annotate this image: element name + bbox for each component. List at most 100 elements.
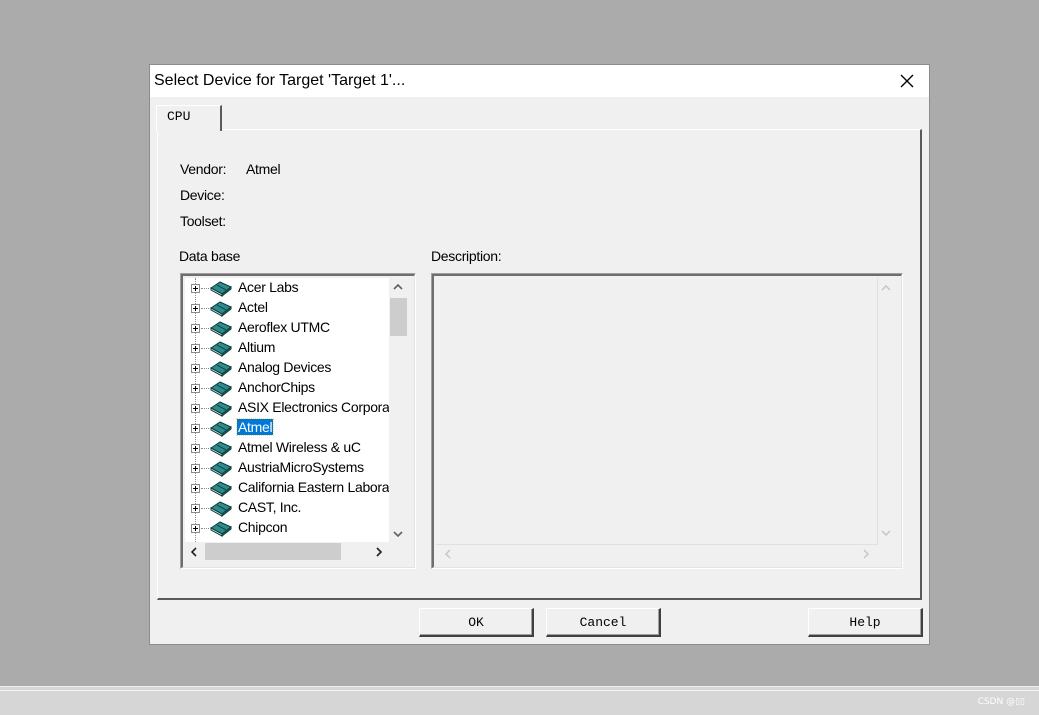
plus-box-icon[interactable] xyxy=(191,304,200,313)
tree-item-label: Chipcon xyxy=(238,519,288,535)
tree-item-label: Acer Labs xyxy=(238,279,299,295)
desc-scroll-left-icon[interactable] xyxy=(445,549,451,559)
tree-connector xyxy=(201,488,209,490)
scroll-up-arrow[interactable] xyxy=(389,278,406,295)
book-icon xyxy=(210,521,232,537)
plus-box-icon[interactable] xyxy=(191,404,200,413)
tree-connector xyxy=(201,288,209,290)
tree-connector xyxy=(201,308,209,310)
book-icon xyxy=(210,481,232,497)
scroll-right-arrow[interactable] xyxy=(370,543,387,560)
tree-item[interactable]: Chipcon xyxy=(185,518,389,538)
watermark: CSDN @▯▯ xyxy=(977,697,1025,707)
help-button[interactable]: Help xyxy=(808,608,923,637)
tree-item[interactable]: CAST, Inc. xyxy=(185,498,389,518)
tree-connector xyxy=(201,448,209,450)
close-icon xyxy=(900,74,914,88)
cancel-button-label: Cancel xyxy=(547,609,659,635)
tree-item[interactable]: AustriaMicroSystems xyxy=(185,458,389,478)
tree-item-label: California Eastern Laborat xyxy=(238,479,389,495)
tree-connector xyxy=(201,328,209,330)
scroll-left-arrow[interactable] xyxy=(185,543,202,560)
tab-cpu[interactable]: CPU xyxy=(156,105,222,131)
toolset-label: Toolset: xyxy=(180,213,226,229)
tree-item[interactable]: Aeroflex UTMC xyxy=(185,318,389,338)
tree-item[interactable]: Actel xyxy=(185,298,389,318)
desc-scroll-right-icon[interactable] xyxy=(863,549,869,559)
book-icon xyxy=(210,321,232,337)
ok-button-label: OK xyxy=(420,609,532,635)
chevron-left-icon xyxy=(190,546,197,557)
desc-scroll-down-icon[interactable] xyxy=(881,530,891,536)
tree-item-label: CAST, Inc. xyxy=(238,499,302,515)
tree-item[interactable]: Analog Devices xyxy=(185,358,389,378)
tree-item[interactable]: Acer Labs xyxy=(185,278,389,298)
tree-item[interactable]: California Eastern Laborat xyxy=(185,478,389,498)
book-icon xyxy=(210,301,232,317)
ok-button[interactable]: OK xyxy=(419,608,534,637)
tree-connector xyxy=(201,408,209,410)
tree-item-label: Actel xyxy=(238,299,268,315)
book-icon xyxy=(210,401,232,417)
help-button-label: Help xyxy=(809,609,921,635)
plus-box-icon[interactable] xyxy=(191,524,200,533)
book-icon xyxy=(210,461,232,477)
tree-vertical-scrollbar[interactable] xyxy=(389,278,407,542)
plus-box-icon[interactable] xyxy=(191,464,200,473)
scrollbar-corner xyxy=(389,542,407,560)
strip-divider xyxy=(0,690,1039,691)
cpu-tab-panel: Vendor: Atmel Device: Toolset: Data base… xyxy=(157,129,922,600)
plus-box-icon[interactable] xyxy=(191,324,200,333)
tree-horizontal-scrollbar[interactable] xyxy=(185,542,389,560)
vendor-label: Vendor: xyxy=(180,161,227,177)
horizontal-scroll-thumb[interactable] xyxy=(205,543,341,560)
scroll-down-arrow[interactable] xyxy=(389,525,406,542)
tree-connector xyxy=(201,468,209,470)
tree-connector xyxy=(201,528,209,530)
description-frame xyxy=(431,273,903,569)
vertical-scroll-thumb[interactable] xyxy=(390,298,407,336)
tree-item-label: Atmel xyxy=(235,418,275,436)
plus-box-icon[interactable] xyxy=(191,444,200,453)
plus-box-icon[interactable] xyxy=(191,484,200,493)
book-icon xyxy=(210,501,232,517)
database-tree[interactable]: Acer Labs Actel Aeroflex UTMC Altium Analog … xyxy=(185,278,389,542)
background-window-strip: CSDN @▯▯ xyxy=(0,686,1039,715)
book-icon xyxy=(210,381,232,397)
tree-connector xyxy=(201,388,209,390)
tree-item[interactable]: ASIX Electronics Corporat xyxy=(185,398,389,418)
desc-hscroll-track xyxy=(436,544,878,545)
book-icon xyxy=(210,421,232,437)
book-icon xyxy=(210,281,232,297)
dialog-title: Select Device for Target 'Target 1'... xyxy=(154,72,406,89)
tree-connector xyxy=(201,428,209,430)
book-icon xyxy=(210,341,232,357)
select-device-dialog: Select Device for Target 'Target 1'... V… xyxy=(149,64,930,645)
plus-box-icon[interactable] xyxy=(191,344,200,353)
tree-item-label: AnchorChips xyxy=(238,379,315,395)
tree-item-label: AustriaMicroSystems xyxy=(238,459,364,475)
database-label: Data base xyxy=(179,248,241,264)
tree-item-label: Analog Devices xyxy=(238,359,332,375)
tree-item[interactable]: AnchorChips xyxy=(185,378,389,398)
plus-box-icon[interactable] xyxy=(191,284,200,293)
vendor-value: Atmel xyxy=(246,161,281,177)
plus-box-icon[interactable] xyxy=(191,384,200,393)
desc-vscroll-track xyxy=(877,278,878,544)
tree-connector xyxy=(201,508,209,510)
chevron-down-icon xyxy=(392,530,403,537)
tree-item[interactable]: Atmel Wireless & uC xyxy=(185,438,389,458)
device-label: Device: xyxy=(180,187,225,203)
close-button[interactable] xyxy=(885,65,929,97)
chevron-up-icon xyxy=(392,283,403,290)
desc-scroll-up-icon[interactable] xyxy=(881,285,891,291)
plus-box-icon[interactable] xyxy=(191,504,200,513)
tree-item[interactable]: Altium xyxy=(185,338,389,358)
description-box[interactable] xyxy=(436,278,898,566)
dialog-titlebar: Select Device for Target 'Target 1'... xyxy=(150,65,929,97)
plus-box-icon[interactable] xyxy=(191,424,200,433)
book-icon xyxy=(210,441,232,457)
tree-item[interactable]: Atmel xyxy=(185,418,389,438)
cancel-button[interactable]: Cancel xyxy=(546,608,661,637)
plus-box-icon[interactable] xyxy=(191,364,200,373)
